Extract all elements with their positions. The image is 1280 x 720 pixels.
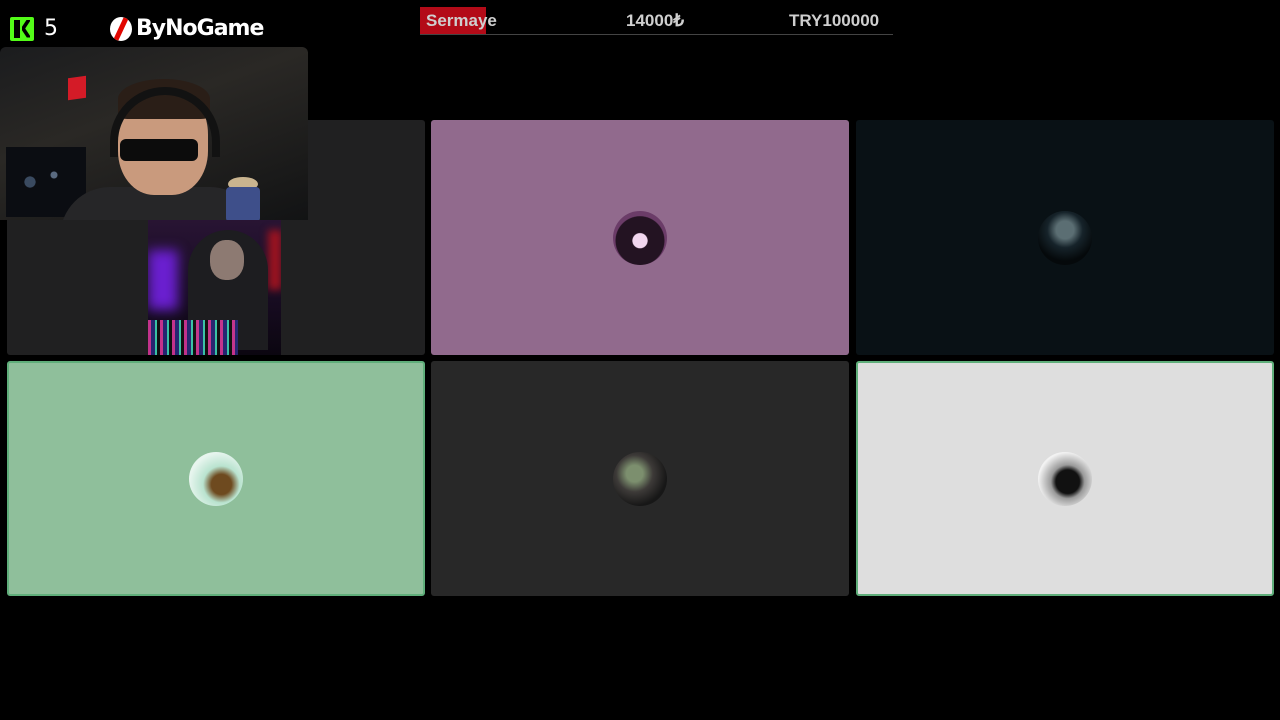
- red-light: [268, 230, 281, 290]
- participant-avatar: [1038, 451, 1092, 506]
- rgb-keyboard: [148, 320, 238, 355]
- viewer-count: 5: [44, 16, 58, 41]
- streamer-webcam: [0, 47, 308, 220]
- participant-tile-5[interactable]: [431, 361, 849, 596]
- participant-webcam: [148, 220, 281, 355]
- capital-progress-bar: Sermaye 14000₺ TRY100000: [420, 7, 893, 35]
- purple-light: [148, 250, 178, 310]
- participant-avatar: [613, 210, 667, 265]
- progress-label: Sermaye: [426, 11, 497, 30]
- participant-avatar: [189, 451, 243, 506]
- participant-avatar: [1038, 210, 1092, 265]
- brand-logo: ByNoGame: [110, 16, 264, 41]
- flag-icon: [68, 75, 86, 101]
- participant-avatar: [613, 451, 667, 506]
- bynogame-logo-icon: [110, 16, 132, 41]
- progress-current-amount: 14000₺: [626, 11, 685, 30]
- progress-goal-amount: TRY100000: [789, 11, 880, 30]
- participant-tile-3[interactable]: [856, 120, 1274, 355]
- participant-tile-2[interactable]: [431, 120, 849, 355]
- microphone-icon: [226, 187, 260, 220]
- participant-tile-6-speaking[interactable]: [856, 361, 1274, 596]
- kick-logo-icon: [10, 16, 34, 41]
- sunglasses: [120, 139, 198, 161]
- brand-name: ByNoGame: [136, 16, 264, 41]
- participant-tile-4-speaking[interactable]: [7, 361, 425, 596]
- participant-face: [210, 240, 244, 280]
- viewer-badge: 5: [10, 16, 58, 41]
